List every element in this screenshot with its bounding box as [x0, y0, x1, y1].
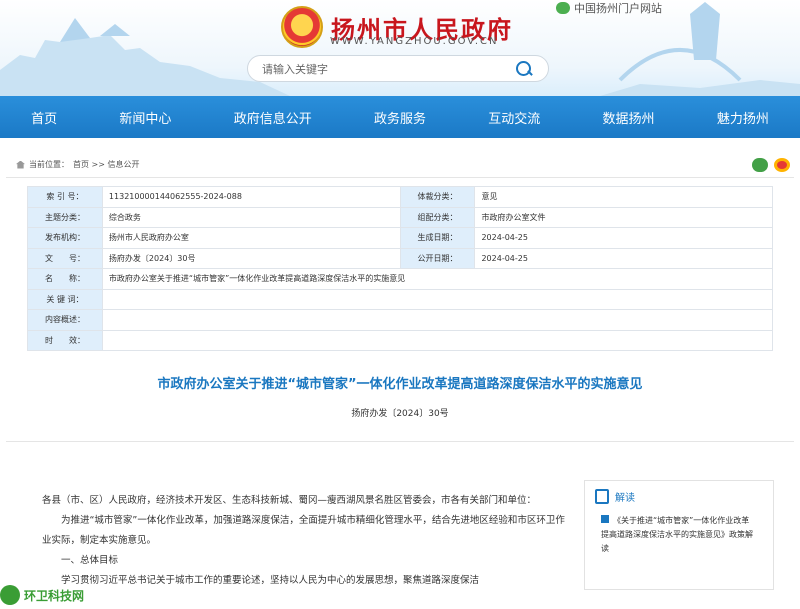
nav-home[interactable]: 首页 [23, 108, 65, 127]
meta-value: 扬府办发〔2024〕30号 [101, 247, 401, 269]
meta-key: 内容概述： [27, 309, 103, 331]
meta-key: 发布机构： [27, 227, 103, 249]
nav-news[interactable]: 新闻中心 [111, 108, 179, 127]
meta-key: 公开日期： [399, 247, 476, 269]
article-body: 各县（市、区）人民政府，经济技术开发区、生态科技新城、蜀冈—瘦西湖风景名胜区管委… [42, 491, 572, 591]
site-header: 扬州市人民政府 WWW.YANGZHOU.GOV.CN 中国扬州门户网站 请输入… [0, 0, 800, 96]
meta-value: 意见 [474, 186, 773, 208]
meta-value: 市政府办公室文件 [474, 206, 773, 228]
meta-key: 主题分类： [27, 206, 103, 228]
meta-value [101, 288, 774, 310]
wechat-icon [556, 2, 570, 14]
article-title: 市政府办公室关于推进“城市管家”一体化作业改革提高道路深度保洁水平的实施意见 [157, 377, 643, 392]
interpretation-link[interactable]: 《关于推进“城市管家”一体化作业改革提高道路深度保洁水平的实施意见》政策解读 [601, 514, 757, 556]
meta-key: 文 号： [27, 247, 103, 269]
meta-key: 生成日期： [399, 227, 476, 249]
breadcrumb-path[interactable]: 首页 >> 信息公开 [73, 159, 140, 170]
meta-value [101, 329, 774, 351]
nav-interaction[interactable]: 互动交流 [480, 108, 548, 127]
share-buttons [752, 157, 790, 172]
table-row: 文 号： 扬府办发〔2024〕30号 公开日期： 2024-04-25 [27, 247, 773, 269]
portal-link-label: 中国扬州门户网站 [574, 2, 662, 15]
home-icon [16, 160, 25, 169]
paragraph: 学习贯彻习近平总书记关于城市工作的重要论述，坚持以人民为中心的发展思想，聚焦道路… [61, 575, 480, 586]
nav-gov-info[interactable]: 政府信息公开 [226, 108, 320, 127]
interpretation-header: 解读 [595, 489, 763, 504]
interpretation-panel: 解读 《关于推进“城市管家”一体化作业改革提高道路深度保洁水平的实施意见》政策解… [584, 480, 774, 590]
divider [6, 441, 794, 442]
meta-key: 时 效： [27, 329, 103, 351]
table-row: 发布机构： 扬州市人民政府办公室 生成日期： 2024-04-25 [27, 227, 773, 249]
nav-data[interactable]: 数据扬州 [595, 108, 663, 127]
watermark: 环卫科技网 [0, 585, 84, 605]
document-icon [595, 489, 609, 504]
meta-value: 综合政务 [101, 206, 401, 228]
meta-value: 113210000144062555-2024-088 [101, 186, 401, 208]
breadcrumb: 当前位置： 首页 >> 信息公开 [6, 152, 794, 178]
article-header: 市政府办公室关于推进“城市管家”一体化作业改革提高道路深度保洁水平的实施意见 扬… [0, 373, 800, 419]
meta-key: 关 键 词： [27, 288, 103, 310]
table-row: 关 键 词： [27, 288, 774, 310]
site-url: WWW.YANGZHOU.GOV.CN [330, 36, 499, 47]
meta-value: 市政府办公室关于推进“城市管家”一体化作业改革提高道路深度保洁水平的实施意见 [101, 268, 774, 290]
watermark-logo-icon [0, 585, 20, 605]
meta-value: 扬州市人民政府办公室 [101, 227, 401, 249]
meta-value: 2024-04-25 [474, 227, 773, 249]
breadcrumb-label: 当前位置： [29, 160, 69, 169]
table-row: 索 引 号： 113210000144062555-2024-088 体裁分类：… [27, 186, 773, 208]
watermark-text: 环卫科技网 [24, 588, 85, 603]
nav-charm[interactable]: 魅力扬州 [709, 108, 777, 127]
nav-services[interactable]: 政务服务 [366, 108, 434, 127]
meta-key: 体裁分类： [399, 186, 476, 208]
section-heading: 一、总体目标 [61, 555, 119, 566]
doc-number: 扬府办发〔2024〕30号 [351, 409, 449, 419]
meta-key: 名 称： [27, 268, 103, 290]
national-emblem-icon [281, 6, 323, 48]
meta-value: 2024-04-25 [474, 247, 773, 269]
meta-key: 索 引 号： [27, 186, 103, 208]
search-input[interactable]: 请输入关键字 [247, 55, 549, 82]
metadata-table: 索 引 号： 113210000144062555-2024-088 体裁分类：… [27, 186, 774, 351]
table-row: 内容概述： [27, 309, 774, 331]
meta-key: 组配分类： [399, 206, 476, 228]
search-placeholder: 请输入关键字 [262, 62, 328, 76]
weibo-share-icon[interactable] [774, 157, 790, 172]
wechat-share-icon[interactable] [752, 157, 768, 172]
paragraph: 各县（市、区）人民政府，经济技术开发区、生态科技新城、蜀冈—瘦西湖风景名胜区管委… [42, 495, 537, 506]
table-row: 主题分类： 综合政务 组配分类： 市政府办公室文件 [27, 206, 773, 228]
table-row: 名 称： 市政府办公室关于推进“城市管家”一体化作业改革提高道路深度保洁水平的实… [27, 268, 774, 290]
meta-value [101, 309, 774, 331]
portal-link[interactable]: 中国扬州门户网站 [556, 0, 662, 16]
paragraph: 为推进“城市管家”一体化作业改革，加强道路深度保洁，全面提升城市精细化管理水平，… [42, 515, 565, 546]
interpretation-heading: 解读 [615, 493, 635, 504]
table-row: 时 效： [27, 329, 774, 351]
main-nav: 首页 新闻中心 政府信息公开 政务服务 互动交流 数据扬州 魅力扬州 [0, 96, 800, 138]
search-icon[interactable] [514, 59, 534, 79]
